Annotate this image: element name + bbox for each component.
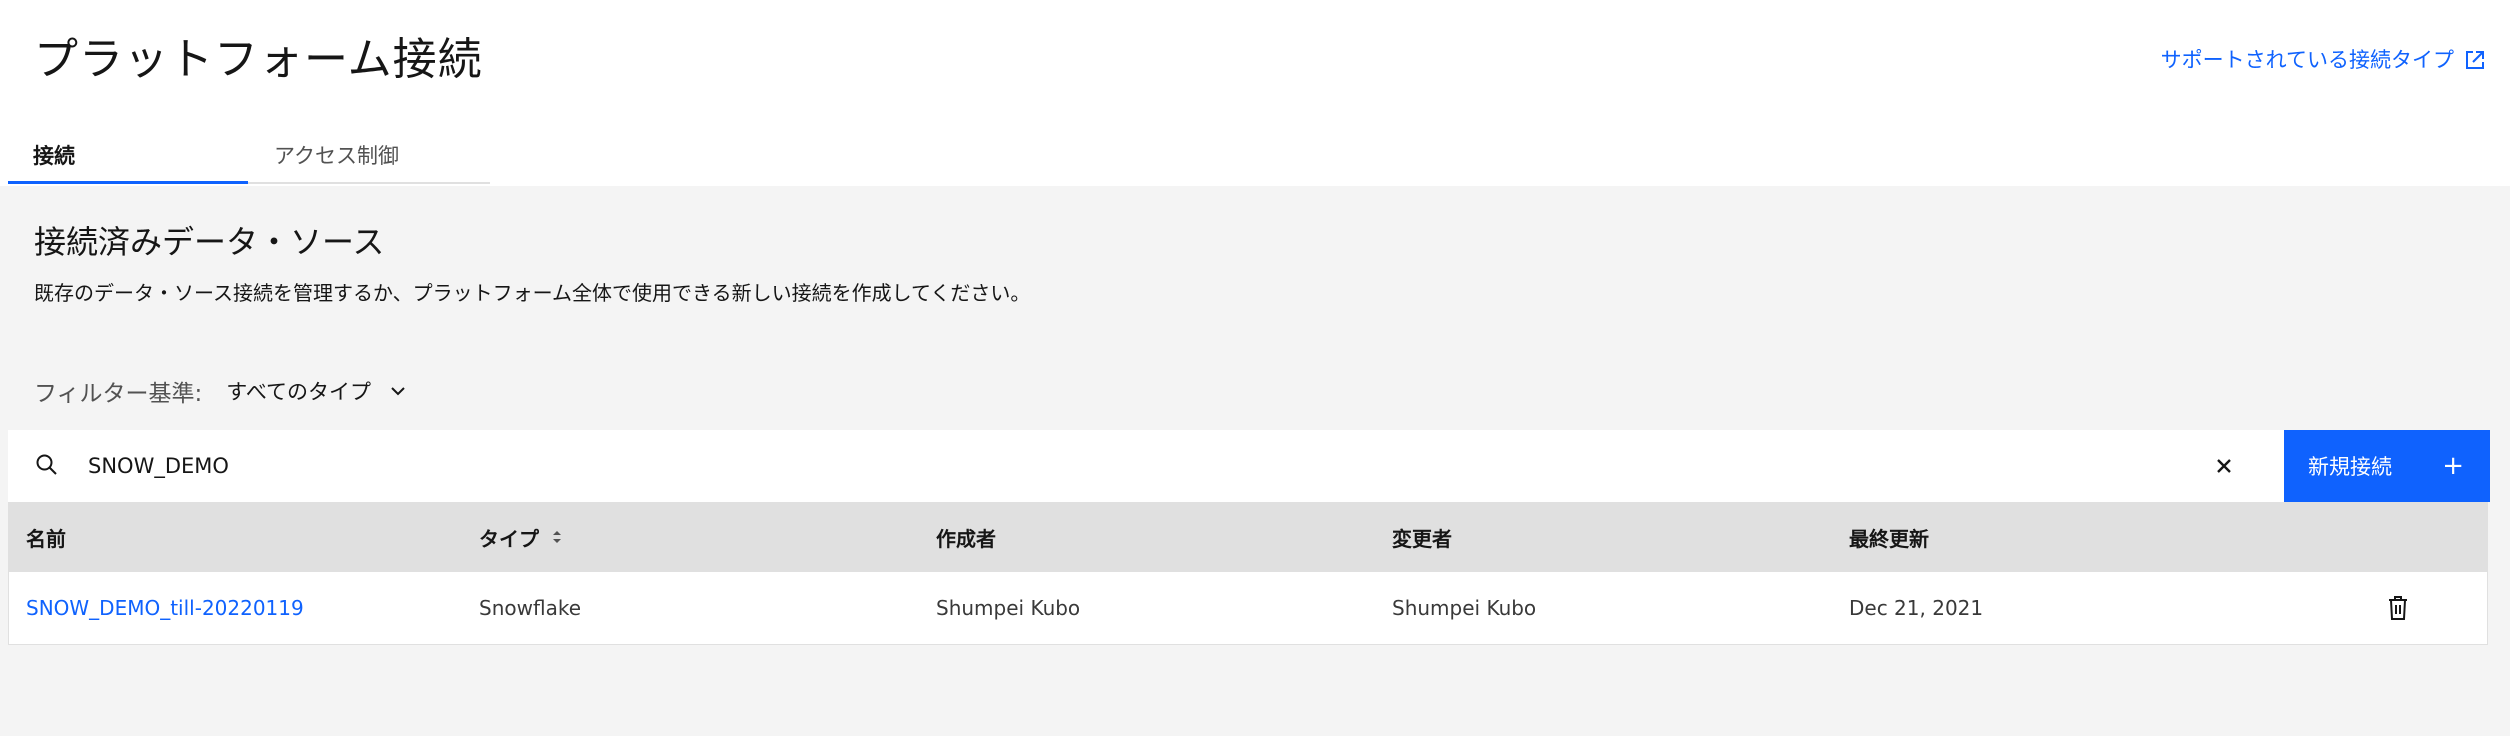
page-title: プラットフォーム接続 <box>34 34 483 85</box>
column-header-type-label: タイプ <box>479 526 539 551</box>
section-title: 接続済みデータ・ソース <box>34 223 385 261</box>
connections-table: 名前 タイプ 作成者 変更者 最終更新 SNOW_DEMO_till-20220… <box>8 502 2488 645</box>
column-header-last-updated[interactable]: 最終更新 <box>1849 502 1929 572</box>
tab-access-control[interactable]: アクセス制御 <box>248 128 490 184</box>
column-header-type[interactable]: タイプ <box>479 502 563 572</box>
column-header-name[interactable]: 名前 <box>26 502 66 572</box>
close-icon <box>2217 459 2231 473</box>
tab-connections[interactable]: 接続 <box>8 128 248 184</box>
search-bar <box>8 430 2284 502</box>
add-icon: + <box>2442 451 2464 481</box>
new-connection-button[interactable]: 新規接続 + <box>2284 430 2490 502</box>
supported-connection-types-link[interactable]: サポートされている接続タイプ <box>2161 44 2486 76</box>
page-header: プラットフォーム接続 サポートされている接続タイプ 接続 アクセス制御 <box>0 0 2510 186</box>
section-description: 既存のデータ・ソース接続を管理するか、プラットフォーム全体で使用できる新しい接続… <box>34 281 1031 305</box>
chevron-down-icon <box>391 387 405 396</box>
clear-search-button[interactable] <box>2204 446 2244 486</box>
tab-list: 接続 アクセス制御 <box>8 128 490 184</box>
search-input[interactable] <box>78 444 2198 488</box>
connection-created-by: Shumpei Kubo <box>936 596 1081 620</box>
launch-icon <box>2466 51 2484 69</box>
filter-label: フィルター基準: <box>34 381 203 407</box>
trash-icon <box>2389 596 2407 620</box>
type-filter-dropdown[interactable]: すべてのタイプ <box>226 376 407 406</box>
connection-modified-by: Shumpei Kubo <box>1392 596 1537 620</box>
connection-last-updated: Dec 21, 2021 <box>1849 596 1984 620</box>
connection-name-link[interactable]: SNOW_DEMO_till-20220119 <box>26 572 304 644</box>
sort-icon <box>553 531 561 543</box>
table-row: SNOW_DEMO_till-20220119 Snowflake Shumpe… <box>9 572 2487 644</box>
type-filter-value: すべてのタイプ <box>226 380 371 404</box>
supported-connection-types-label: サポートされている接続タイプ <box>2160 48 2454 72</box>
column-header-created-by[interactable]: 作成者 <box>936 502 996 572</box>
column-header-modified-by[interactable]: 変更者 <box>1392 502 1452 572</box>
table-header: 名前 タイプ 作成者 変更者 最終更新 <box>9 502 2487 572</box>
new-connection-label: 新規接続 <box>2308 455 2392 479</box>
connection-type: Snowflake <box>479 596 581 620</box>
search-icon <box>36 454 57 475</box>
filter-bar: フィルター基準: すべてのタイプ <box>34 374 407 408</box>
delete-connection-button[interactable] <box>2387 572 2409 644</box>
